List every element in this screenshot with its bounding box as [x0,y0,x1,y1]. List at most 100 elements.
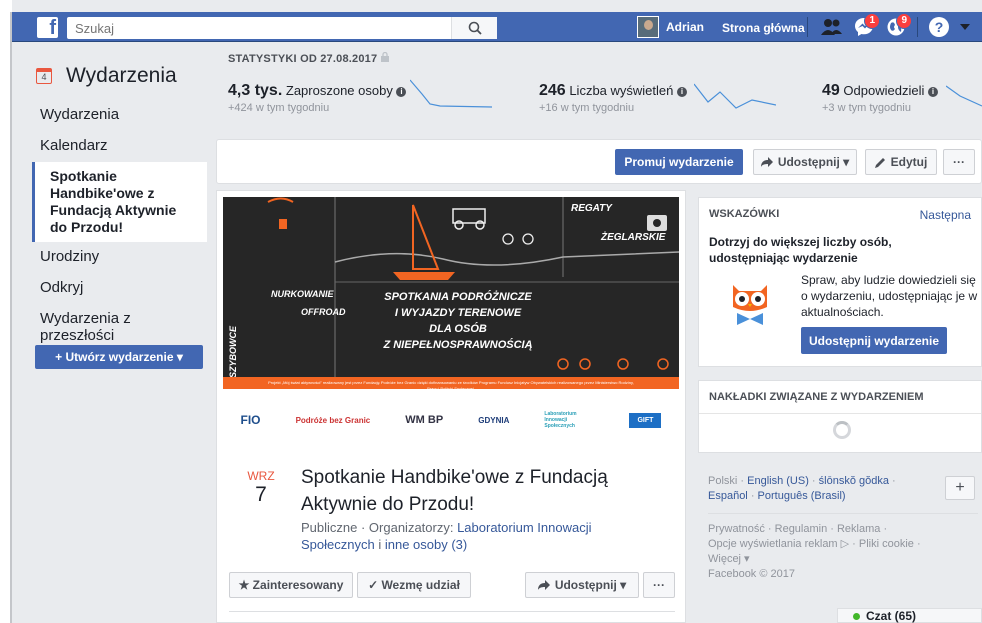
tips-next-link[interactable]: Następna [920,208,971,222]
footer-links-3[interactable]: Więcej ▾ [708,552,982,567]
page-footer: Polski · English (US) · ślōnskŏ gŏdka · … [708,474,982,582]
search-button[interactable] [451,17,497,39]
stat-responses-label: Odpowiedzieli [843,83,925,98]
create-event-button[interactable]: + Utwórz wydarzenie ▾ [35,345,203,369]
cover-label-zeglarskie: ŻEGLARSKIE [601,232,666,243]
edit-button[interactable]: Edytuj [865,149,937,175]
cover-label-nurkowanie: NURKOWANIE [271,289,334,299]
other-organizers-link[interactable]: inne osoby (3) [385,537,467,552]
language-list: Polski · English (US) · ślōnskŏ gŏdka · … [708,475,896,502]
language-current: Polski [708,475,738,487]
chevron-down-icon [960,24,970,30]
overlays-header-title: NAKŁADKI ZWIĄZANE Z WYDARZENIEM [709,391,924,403]
invited-sparkline [410,79,492,108]
edit-label: Edytuj [890,155,928,169]
home-link[interactable]: Strona główna [722,21,805,35]
share-arrow-icon [760,157,773,167]
stat-invited[interactable]: 4,3 tys. Zaproszone osoby i +424 w tym t… [228,82,407,114]
nav-divider [807,17,808,37]
cover-label-regaty: REGATY [571,203,612,214]
tip-text: Spraw, aby ludzie dowiedzieli się o wyda… [801,273,978,319]
share-label: Udostępnij ▾ [777,155,850,169]
info-icon: i [677,87,687,97]
footer-links-1[interactable]: Prywatność · Regulamin · Reklama · [708,522,982,537]
search-icon [468,21,482,35]
language-spanish[interactable]: Español [708,490,748,502]
chat-bar[interactable]: Czat (65) [837,608,982,623]
language-silesian[interactable]: ślōnskŏ gŏdka [819,475,889,487]
info-icon: i [396,87,407,97]
stat-responses-value: 49 [822,82,840,99]
event-meta-mid: i [374,537,385,552]
sidebar-item-current-event[interactable]: Spotkanie Handbike'owe z Fundacją Aktywn… [32,162,207,242]
event-title: Spotkanie Handbike'owe z Fundacją Aktywn… [301,467,608,515]
friend-requests-button[interactable] [820,16,844,38]
stats-title-text: STATYSTYKI OD 27.08.2017 [228,53,378,65]
tips-header: WSKAZÓWKI Następna [699,198,981,232]
stat-views[interactable]: 246 Liczba wyświetleń i +16 w tym tygodn… [539,82,687,114]
stat-views-label: Liczba wyświetleń [569,83,674,98]
sidebar-item-calendar[interactable]: Kalendarz [32,131,207,162]
add-language-button[interactable]: + [945,476,975,500]
footer-links-2[interactable]: Opcje wyświetlania reklam ▷ · Pliki cook… [708,537,982,552]
stat-invited-value: 4,3 tys. [228,82,283,99]
divider [229,611,675,612]
account-menu-button[interactable] [958,16,972,38]
nav-divider [917,17,918,37]
overlays-panel: NAKŁADKI ZWIĄZANE Z WYDARZENIEM [698,380,982,453]
friends-icon [821,19,842,35]
calendar-icon: 4 [36,68,52,84]
stat-invited-sub: +424 w tym tygodniu [228,102,330,114]
stats-title: STATYSTYKI OD 27.08.2017 [228,51,982,65]
language-portuguese[interactable]: Português (Brasil) [758,490,846,502]
cover-label-offroad: OFFROAD [301,307,346,317]
messages-badge: 1 [864,13,880,29]
event-more-button[interactable]: ··· [643,572,675,598]
logo-lis: Laboratorium Innowacji Społecznych [544,411,577,429]
more-options-button[interactable]: ··· [943,149,975,175]
event-meta-prefix: Publiczne · Organizatorzy: [301,520,458,535]
cover-funding-strip: Projekt „Mój świat aktywności” realizowa… [223,377,679,389]
logo-wbp: WM BP [405,414,444,426]
search-box [67,17,497,39]
responses-sparkline [946,85,982,107]
sidebar-item-events[interactable]: Wydarzenia [32,100,207,131]
search-input[interactable] [67,17,447,39]
language-english[interactable]: English (US) [747,475,809,487]
left-sidebar: 4 Wydarzenia Wydarzenia Kalendarz Spotka… [32,54,207,369]
sponsor-logos: FIO Podróże bez Granic WM BP GDYNIA Labo… [223,399,679,441]
avatar [637,16,659,38]
sidebar-item-past-events[interactable]: Wydarzenia z przeszłości [32,304,207,344]
sidebar-item-discover[interactable]: Odkryj [32,273,207,304]
logo-gift: GIFT [629,412,662,428]
sidebar-header: 4 Wydarzenia [32,64,207,88]
facebook-logo[interactable]: f [37,17,58,39]
event-cover-photo[interactable]: REGATY ŻEGLARSKIE NURKOWANIE OFFROAD SZY… [223,197,679,389]
window-border [10,12,12,623]
notifications-button[interactable]: 9 [884,13,912,38]
top-navigation-bar: f Adrian Strona główna 1 9 ? [12,12,982,42]
logo-gdynia: GDYNIA [478,415,510,425]
sidebar-item-birthdays[interactable]: Urodziny [32,242,207,273]
share-button[interactable]: Udostępnij ▾ [753,149,857,175]
stat-responses[interactable]: 49 Odpowiedzieli i +3 w tym tygodniu [822,82,938,114]
tips-header-title: WSKAZÓWKI [709,208,780,220]
event-action-bar: Promuj wydarzenie Udostępnij ▾ Edytuj ··… [216,139,982,184]
going-button[interactable]: ✓ Wezmę udział [357,572,471,598]
share-event-button[interactable]: Udostępnij wydarzenie [801,327,947,354]
cover-headline-line: Z NIEPEŁNOSPRAWNOŚCIĄ [383,339,533,351]
promote-event-button[interactable]: Promuj wydarzenie [615,149,743,175]
help-button[interactable]: ? [927,16,951,38]
stat-invited-label: Zaproszone osoby [285,83,393,98]
event-share-button[interactable]: Udostępnij ▾ [525,572,639,598]
event-day: 7 [255,483,267,506]
profile-link[interactable]: Adrian [637,16,704,38]
interested-button[interactable]: ★ Zainteresowany [229,572,353,598]
logo-podroze: Podróże bez Granic [295,415,371,425]
sidebar-title: Wydarzenia [66,64,177,87]
messages-button[interactable]: 1 [852,13,880,38]
event-share-label: Udostępnij ▾ [554,578,627,592]
stat-views-sub: +16 w tym tygodniu [539,102,635,114]
event-card: REGATY ŻEGLARSKIE NURKOWANIE OFFROAD SZY… [216,190,686,623]
views-sparkline [694,83,776,109]
